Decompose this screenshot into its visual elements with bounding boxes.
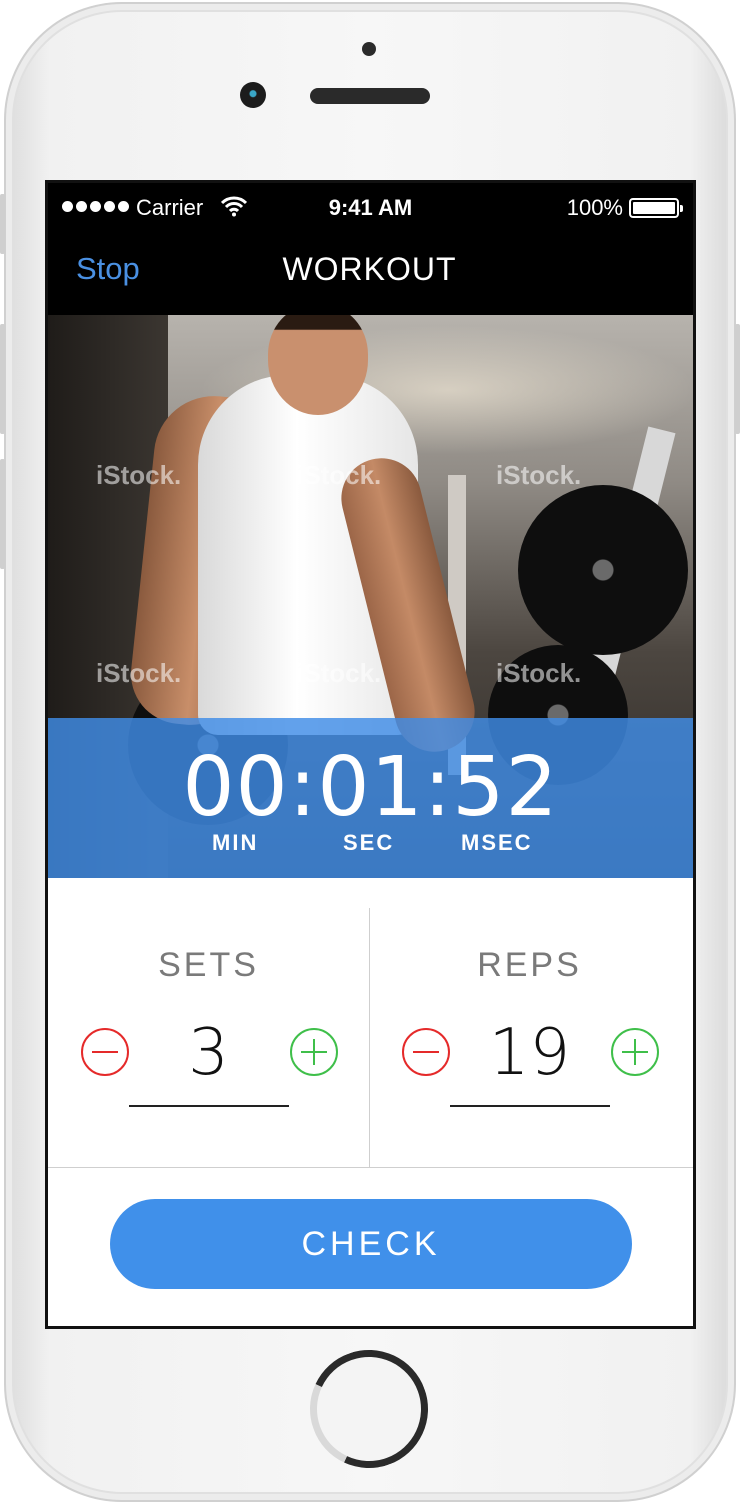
- sets-increment-button[interactable]: [290, 1028, 338, 1076]
- watermark: iStock.: [496, 658, 582, 688]
- watermark: iStock.: [296, 658, 382, 688]
- weight-plate-back: [518, 485, 688, 655]
- page-title: WORKOUT: [282, 251, 457, 287]
- volume-down-button: [0, 459, 5, 569]
- volume-up-button: [0, 324, 5, 434]
- battery-icon: [629, 198, 683, 218]
- watermark: iStock.: [296, 460, 382, 490]
- timer-label-msec: MSEC: [461, 830, 533, 855]
- mute-switch: [0, 194, 5, 254]
- check-button[interactable]: CHECK: [110, 1199, 632, 1289]
- reps-counter: REPS 19: [369, 878, 690, 1168]
- reps-increment-button[interactable]: [611, 1028, 659, 1076]
- watermark: iStock.: [96, 658, 182, 688]
- app-screen: Carrier 9:41 AM 100% Stop WORKOUT iStock…: [45, 180, 696, 1329]
- timer-band: 00:01:52 MIN SEC MSEC: [48, 718, 693, 878]
- watermark: iStock.: [96, 460, 182, 490]
- watermark: iStock.: [496, 460, 582, 490]
- front-camera: [240, 82, 266, 108]
- timer-label-sec: SEC: [343, 830, 395, 855]
- proximity-sensor: [362, 42, 376, 56]
- workout-photo: iStock. iStock. iStock. iStock. iStock. …: [48, 315, 693, 878]
- earpiece-speaker: [310, 88, 430, 104]
- counters-panel: SETS 3 REPS 19: [48, 878, 693, 1168]
- navigation-bar: Stop WORKOUT: [48, 231, 693, 315]
- battery-percent: 100%: [566, 195, 623, 220]
- reps-underline: [450, 1105, 610, 1107]
- sets-counter: SETS 3: [48, 878, 369, 1168]
- reps-title: REPS: [477, 946, 582, 984]
- sets-underline: [129, 1105, 289, 1107]
- timer-display: 00:01:52: [182, 740, 559, 835]
- status-bar: Carrier 9:41 AM 100%: [48, 183, 693, 231]
- timer-label-min: MIN: [212, 830, 259, 855]
- power-button: [735, 324, 740, 434]
- sets-title: SETS: [158, 946, 259, 984]
